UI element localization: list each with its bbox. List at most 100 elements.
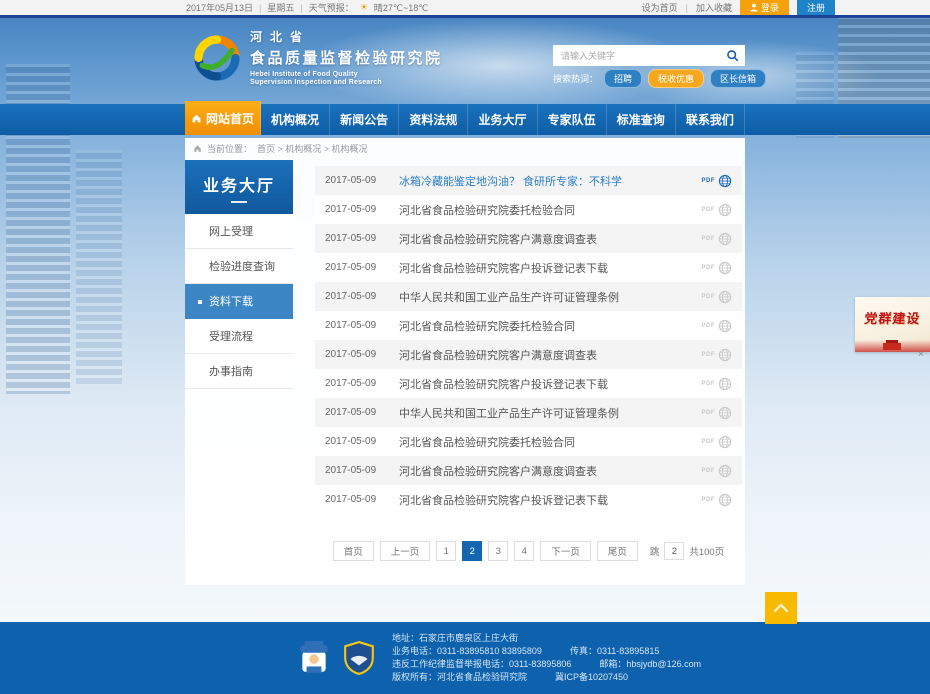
row-file-icons[interactable]: PDF: [702, 174, 733, 188]
hot-words-label: 搜索热词：: [553, 72, 598, 85]
table-row[interactable]: 2017-05-09 河北省食品检验研究院委托检验合同 PDF: [315, 311, 742, 340]
sidebar-item-downloads[interactable]: 资料下载: [185, 284, 293, 319]
footer-text: 地址：石家庄市鹿泉区上庄大街 业务电话：0311-83895810 838958…: [392, 632, 701, 684]
row-title-link[interactable]: 河北省食品检验研究院客户投诉登记表下载: [399, 260, 702, 276]
globe-icon: [718, 377, 732, 391]
page-prev-button[interactable]: 上一页: [380, 541, 431, 561]
pdf-icon: PDF: [702, 265, 716, 271]
row-file-icons[interactable]: PDF: [702, 261, 733, 275]
row-date: 2017-05-09: [325, 436, 385, 447]
page-first-button[interactable]: 首页: [333, 541, 374, 561]
row-title-link[interactable]: 中华人民共和国工业产品生产许可证管理条例: [399, 405, 702, 421]
jump-label: 跳: [650, 544, 660, 558]
trusted-site-badge-icon[interactable]: [344, 641, 374, 675]
table-row[interactable]: 2017-05-09 中华人民共和国工业产品生产许可证管理条例 PDF: [315, 282, 742, 311]
row-file-icons[interactable]: PDF: [702, 348, 733, 362]
row-title-link[interactable]: 河北省食品检验研究院委托检验合同: [399, 434, 702, 450]
table-row[interactable]: 2017-05-09 河北省食品检验研究院客户满意度调查表 PDF: [315, 224, 742, 253]
separator: |: [259, 3, 261, 13]
table-row[interactable]: 2017-05-09 河北省食品检验研究院委托检验合同 PDF: [315, 195, 742, 224]
row-title-link[interactable]: 河北省食品检验研究院委托检验合同: [399, 318, 702, 334]
nav-item-news[interactable]: 新闻公告: [330, 104, 399, 135]
nav-item-contact[interactable]: 联系我们: [676, 104, 745, 135]
table-row[interactable]: 2017-05-09 河北省食品检验研究院客户满意度调查表 PDF: [315, 340, 742, 369]
footer-line-address: 地址：石家庄市鹿泉区上庄大街: [392, 632, 701, 645]
hot-word-mailbox[interactable]: 区长信箱: [710, 69, 766, 88]
footer: 地址：石家庄市鹿泉区上庄大街 业务电话：0311-83895810 838958…: [0, 622, 930, 694]
row-date: 2017-05-09: [325, 175, 385, 186]
table-row[interactable]: 2017-05-09 河北省食品检验研究院委托检验合同 PDF: [315, 427, 742, 456]
row-title-link[interactable]: 冰箱冷藏能鉴定地沟油？ 食研所专家：不科学: [399, 173, 702, 189]
set-home-link[interactable]: 设为首页: [642, 1, 678, 14]
table-row[interactable]: 2017-05-09 中华人民共和国工业产品生产许可证管理条例 PDF: [315, 398, 742, 427]
row-title-link[interactable]: 河北省食品检验研究院委托检验合同: [399, 202, 702, 218]
table-row[interactable]: 2017-05-09 冰箱冷藏能鉴定地沟油？ 食研所专家：不科学 PDF: [315, 166, 742, 195]
row-title-link[interactable]: 河北省食品检验研究院客户满意度调查表: [399, 347, 702, 363]
hot-word-recruit[interactable]: 招聘: [604, 69, 642, 88]
row-date: 2017-05-09: [325, 378, 385, 389]
row-file-icons[interactable]: PDF: [702, 232, 733, 246]
hot-word-tax[interactable]: 税收优惠: [648, 69, 704, 88]
table-row[interactable]: 2017-05-09 河北省食品检验研究院客户投诉登记表下载 PDF: [315, 253, 742, 282]
breadcrumb-trail[interactable]: 首页 > 机构概况 > 机构概况: [257, 142, 368, 155]
chevron-up-icon: [772, 602, 790, 614]
nav-item-home[interactable]: 网站首页: [185, 101, 261, 135]
page-next-button[interactable]: 下一页: [540, 541, 591, 561]
sidebar-item-online-acceptance[interactable]: 网上受理: [185, 214, 293, 249]
row-title-link[interactable]: 河北省食品检验研究院客户满意度调查表: [399, 463, 702, 479]
row-file-icons[interactable]: PDF: [702, 435, 733, 449]
back-to-top-button[interactable]: [765, 592, 797, 624]
sidebar-item-guide[interactable]: 办事指南: [185, 354, 293, 389]
org-name-line1: 河北省: [250, 28, 443, 45]
register-button[interactable]: 注册: [797, 0, 835, 15]
police-badge-icon[interactable]: [298, 640, 330, 676]
sidebar-item-progress-query[interactable]: 检验进度查询: [185, 249, 293, 284]
nav-item-regulations[interactable]: 资料法规: [399, 104, 468, 135]
row-file-icons[interactable]: PDF: [702, 203, 733, 217]
divider: [231, 201, 247, 203]
row-file-icons[interactable]: PDF: [702, 406, 733, 420]
org-name-en2: Supervision Inspection and Research: [250, 79, 443, 87]
row-title-link[interactable]: 河北省食品检验研究院客户投诉登记表下载: [399, 492, 702, 508]
page-number-3[interactable]: 3: [488, 541, 508, 561]
row-file-icons[interactable]: PDF: [702, 319, 733, 333]
page-number-2-active[interactable]: 2: [462, 541, 482, 561]
nav-item-about[interactable]: 机构概况: [261, 104, 330, 135]
page-number-1[interactable]: 1: [436, 541, 456, 561]
row-title-link[interactable]: 河北省食品检验研究院客户投诉登记表下载: [399, 376, 702, 392]
row-title-link[interactable]: 中华人民共和国工业产品生产许可证管理条例: [399, 289, 702, 305]
row-file-icons[interactable]: PDF: [702, 493, 733, 507]
row-file-icons[interactable]: PDF: [702, 290, 733, 304]
globe-icon: [718, 348, 732, 362]
sidebar-menu: 网上受理 检验进度查询 资料下载 受理流程 办事指南: [185, 214, 293, 389]
nav-item-standards[interactable]: 标准查询: [607, 104, 676, 135]
site-logo[interactable]: 河北省 食品质量监督检验研究院 Hebei Institute of Food …: [194, 28, 443, 87]
nav-item-service-hall[interactable]: 业务大厅: [468, 104, 537, 135]
sidebar-item-acceptance-process[interactable]: 受理流程: [185, 319, 293, 354]
search-input[interactable]: [553, 45, 719, 66]
pdf-icon: PDF: [702, 236, 716, 242]
org-name-line2: 食品质量监督检验研究院: [250, 47, 443, 68]
table-row[interactable]: 2017-05-09 河北省食品检验研究院客户投诉登记表下载 PDF: [315, 369, 742, 398]
nav-item-experts[interactable]: 专家队伍: [538, 104, 607, 135]
page-number-4[interactable]: 4: [514, 541, 534, 561]
party-building-banner[interactable]: 党群建设: [855, 297, 930, 352]
jump-page-input[interactable]: [664, 542, 684, 560]
close-icon[interactable]: ×: [918, 349, 924, 360]
pdf-icon: PDF: [702, 352, 716, 358]
row-title-link[interactable]: 河北省食品检验研究院客户满意度调查表: [399, 231, 702, 247]
search-button[interactable]: [719, 45, 745, 66]
pdf-icon: PDF: [702, 323, 716, 329]
add-favorite-link[interactable]: 加入收藏: [696, 1, 732, 14]
login-button[interactable]: 登录: [740, 0, 789, 15]
footer-line-report: 违反工作纪律监督举报电话：0311-83895806邮箱：hbsjydb@126…: [392, 658, 701, 671]
row-date: 2017-05-09: [325, 204, 385, 215]
breadcrumb-label: 当前位置：: [207, 142, 252, 155]
row-file-icons[interactable]: PDF: [702, 377, 733, 391]
row-date: 2017-05-09: [325, 407, 385, 418]
pdf-icon: PDF: [702, 468, 716, 474]
table-row[interactable]: 2017-05-09 河北省食品检验研究院客户满意度调查表 PDF: [315, 456, 742, 485]
row-file-icons[interactable]: PDF: [702, 464, 733, 478]
page-last-button[interactable]: 尾页: [597, 541, 638, 561]
table-row[interactable]: 2017-05-09 河北省食品检验研究院客户投诉登记表下载 PDF: [315, 485, 742, 514]
